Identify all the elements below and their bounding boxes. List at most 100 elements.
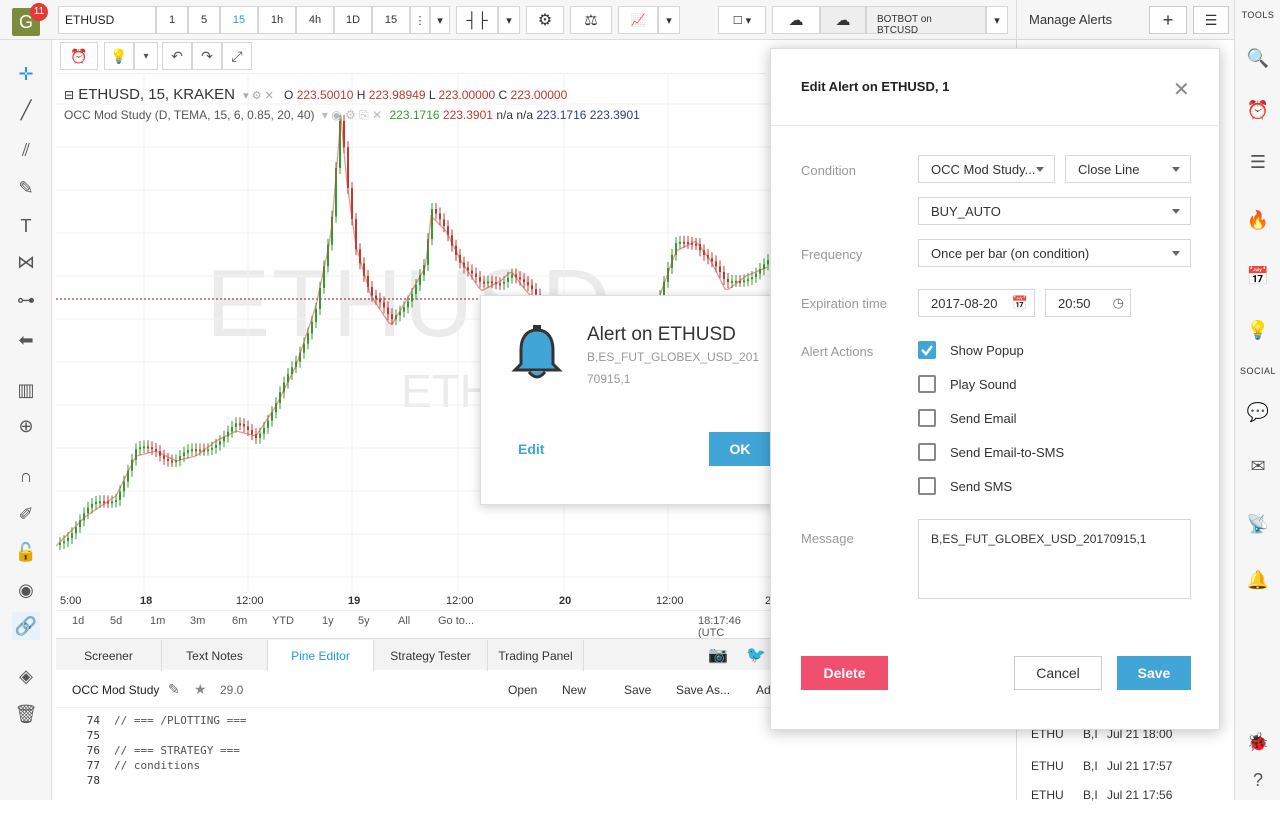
study-label[interactable]: OCC Mod Study (D, TEMA, 15, 6, 0.85, 20,… <box>64 108 315 122</box>
range-all[interactable]: All <box>398 615 410 627</box>
bug-report-icon[interactable]: 🐞 <box>1244 728 1272 756</box>
star-icon[interactable]: ★ <box>194 681 207 698</box>
twitter-icon[interactable]: 🐦 <box>746 645 766 665</box>
lock-drawing-icon[interactable]: ✐ <box>12 500 40 528</box>
popup-edit-link[interactable]: Edit <box>518 441 544 457</box>
streams-icon[interactable]: 📡 <box>1244 510 1272 538</box>
interval-4h[interactable]: 4h <box>296 6 334 34</box>
tab-pine-editor[interactable]: Pine Editor <box>268 640 374 671</box>
popup-ok-button[interactable]: OK <box>709 432 771 466</box>
light-bulb-icon[interactable]: 💡 <box>104 42 134 70</box>
eye-icon[interactable]: ◉ <box>12 576 40 604</box>
tab-screener[interactable]: Screener <box>56 640 162 671</box>
condition-line-select[interactable]: Close Line <box>1065 155 1191 183</box>
crosshair-icon[interactable]: ✛ <box>12 60 40 88</box>
fullscreen-icon[interactable]: ⤢ <box>222 42 252 70</box>
checkbox-label[interactable]: Show Popup <box>950 343 1024 358</box>
list-menu-icon[interactable]: ☰ <box>1193 6 1229 34</box>
interval-15-custom[interactable]: 15 <box>372 6 410 34</box>
bar-style-icon[interactable]: ┤├ <box>456 6 498 34</box>
range-5y[interactable]: 5y <box>358 615 370 627</box>
redo-icon[interactable]: ↷ <box>192 42 222 70</box>
interval-5[interactable]: 5 <box>188 6 220 34</box>
chevron-down-icon[interactable]: ▾ <box>986 6 1008 34</box>
text-tool-icon[interactable]: T <box>12 212 40 240</box>
interval-1d[interactable]: 1D <box>334 6 372 34</box>
cancel-button[interactable]: Cancel <box>1014 656 1102 690</box>
frequency-select[interactable]: Once per bar (on condition) <box>918 239 1191 267</box>
checkbox-label[interactable]: Send SMS <box>950 479 1012 494</box>
range-6m[interactable]: 6m <box>232 615 247 627</box>
checkbox-label[interactable]: Play Sound <box>950 377 1017 392</box>
chevron-down-icon[interactable]: ▾ <box>430 6 450 34</box>
range-5d[interactable]: 5d <box>110 615 122 627</box>
calendar-icon[interactable]: 📅 <box>1012 295 1028 311</box>
delete-button[interactable]: Delete <box>801 656 888 690</box>
interval-1[interactable]: 1 <box>156 6 188 34</box>
checkbox[interactable] <box>918 341 936 359</box>
symbol-search-input[interactable]: ETHUSD <box>58 6 156 34</box>
close-icon[interactable]: ✕ <box>1173 77 1190 102</box>
compare-scale-icon[interactable]: ⚖ <box>570 6 612 34</box>
condition-value-select[interactable]: BUY_AUTO <box>918 197 1191 225</box>
unlock-icon[interactable]: 🔓 <box>12 538 40 566</box>
watchlist-icon[interactable]: ☰ <box>1244 148 1272 176</box>
save-button[interactable]: Save <box>1117 656 1191 690</box>
checkbox[interactable] <box>918 477 936 495</box>
open-button[interactable]: Open <box>508 683 537 697</box>
trend-line-icon[interactable]: ╱ <box>12 96 40 124</box>
cloud-download-icon[interactable]: ☁ <box>772 6 820 34</box>
more-intervals-icon[interactable]: ⋮ <box>410 6 430 34</box>
clock-icon[interactable]: ◷ <box>1113 295 1124 311</box>
notifications-bell-icon[interactable]: 🔔 <box>1244 566 1272 594</box>
alarm-clock-icon[interactable]: ⏰ <box>1244 96 1272 124</box>
broker-selector[interactable]: BOTBOT on BTCUSD <box>866 6 986 36</box>
zoom-icon[interactable]: ⊕ <box>12 412 40 440</box>
save-as-button[interactable]: Save As... <box>676 683 730 697</box>
pencil-icon[interactable]: ✎ <box>168 681 180 698</box>
condition-study-select[interactable]: OCC Mod Study... <box>918 155 1055 183</box>
measure-icon[interactable]: ▥ <box>12 376 40 404</box>
checkbox[interactable] <box>918 443 936 461</box>
legend-settings-icon[interactable]: ▾ ⚙ ✕ <box>243 90 274 102</box>
hotlist-flame-icon[interactable]: 🔥 <box>1244 206 1272 234</box>
add-alert-button[interactable]: + <box>1149 6 1187 34</box>
calendar-icon[interactable]: 📅 <box>1244 262 1272 290</box>
expiration-time-input[interactable]: 20:50 ◷ <box>1045 289 1131 317</box>
camera-icon[interactable]: 📷 <box>708 645 728 665</box>
trash-icon[interactable]: 🗑 <box>12 700 40 728</box>
range-1y[interactable]: 1y <box>322 615 334 627</box>
range-3m[interactable]: 3m <box>190 615 205 627</box>
go-to-date[interactable]: Go to... <box>438 615 474 627</box>
tab-strategy-tester[interactable]: Strategy Tester <box>374 640 488 671</box>
gear-icon[interactable]: ⚙ <box>526 6 564 34</box>
alert-row[interactable]: ETHU B,I Jul 21 17:56 <box>1017 782 1235 814</box>
prediction-icon[interactable]: ⊶ <box>12 286 40 314</box>
indicators-icon[interactable]: 📈 <box>618 6 658 34</box>
add-alert-icon[interactable]: ⏰ <box>60 42 98 70</box>
checkbox-label[interactable]: Send Email-to-SMS <box>950 445 1064 460</box>
interval-15[interactable]: 15 <box>220 6 258 34</box>
range-ytd[interactable]: YTD <box>272 615 294 627</box>
legend-toggle-icon[interactable]: ⊟ <box>64 88 74 102</box>
new-button[interactable]: New <box>562 683 586 697</box>
pattern-icon[interactable]: ⋈ <box>12 248 40 276</box>
message-textarea[interactable]: B,ES_FUT_GLOBEX_USD_20170915,1 <box>918 519 1191 599</box>
study-controls-icon[interactable]: ▾ ◉ ⚙ ⎘ ✕ <box>322 108 382 122</box>
interval-1h[interactable]: 1h <box>258 6 296 34</box>
link-icon[interactable]: 🔗 <box>12 612 40 640</box>
brush-icon[interactable]: ✎ <box>12 174 40 202</box>
code-editor[interactable]: 74// === /PLOTTING === 75 76// === STRAT… <box>56 708 770 800</box>
chevron-down-icon[interactable]: ▾ <box>498 6 520 34</box>
alert-row[interactable]: ETHU B,I Jul 21 17:57 <box>1017 750 1235 782</box>
undo-icon[interactable]: ↶ <box>162 42 192 70</box>
expiration-date-input[interactable]: 2017-08-20 📅 <box>918 289 1035 317</box>
help-icon[interactable]: ? <box>1244 766 1272 794</box>
script-version[interactable]: 29.0 <box>220 683 243 697</box>
layers-icon[interactable]: ◈ <box>12 662 40 690</box>
checkbox-label[interactable]: Send Email <box>950 411 1016 426</box>
tab-text-notes[interactable]: Text Notes <box>162 640 268 671</box>
chevron-down-icon[interactable]: ▾ <box>134 42 158 70</box>
ideas-bulb-icon[interactable]: 💡 <box>1244 316 1272 344</box>
magnet-icon[interactable]: ∩ <box>12 462 40 490</box>
